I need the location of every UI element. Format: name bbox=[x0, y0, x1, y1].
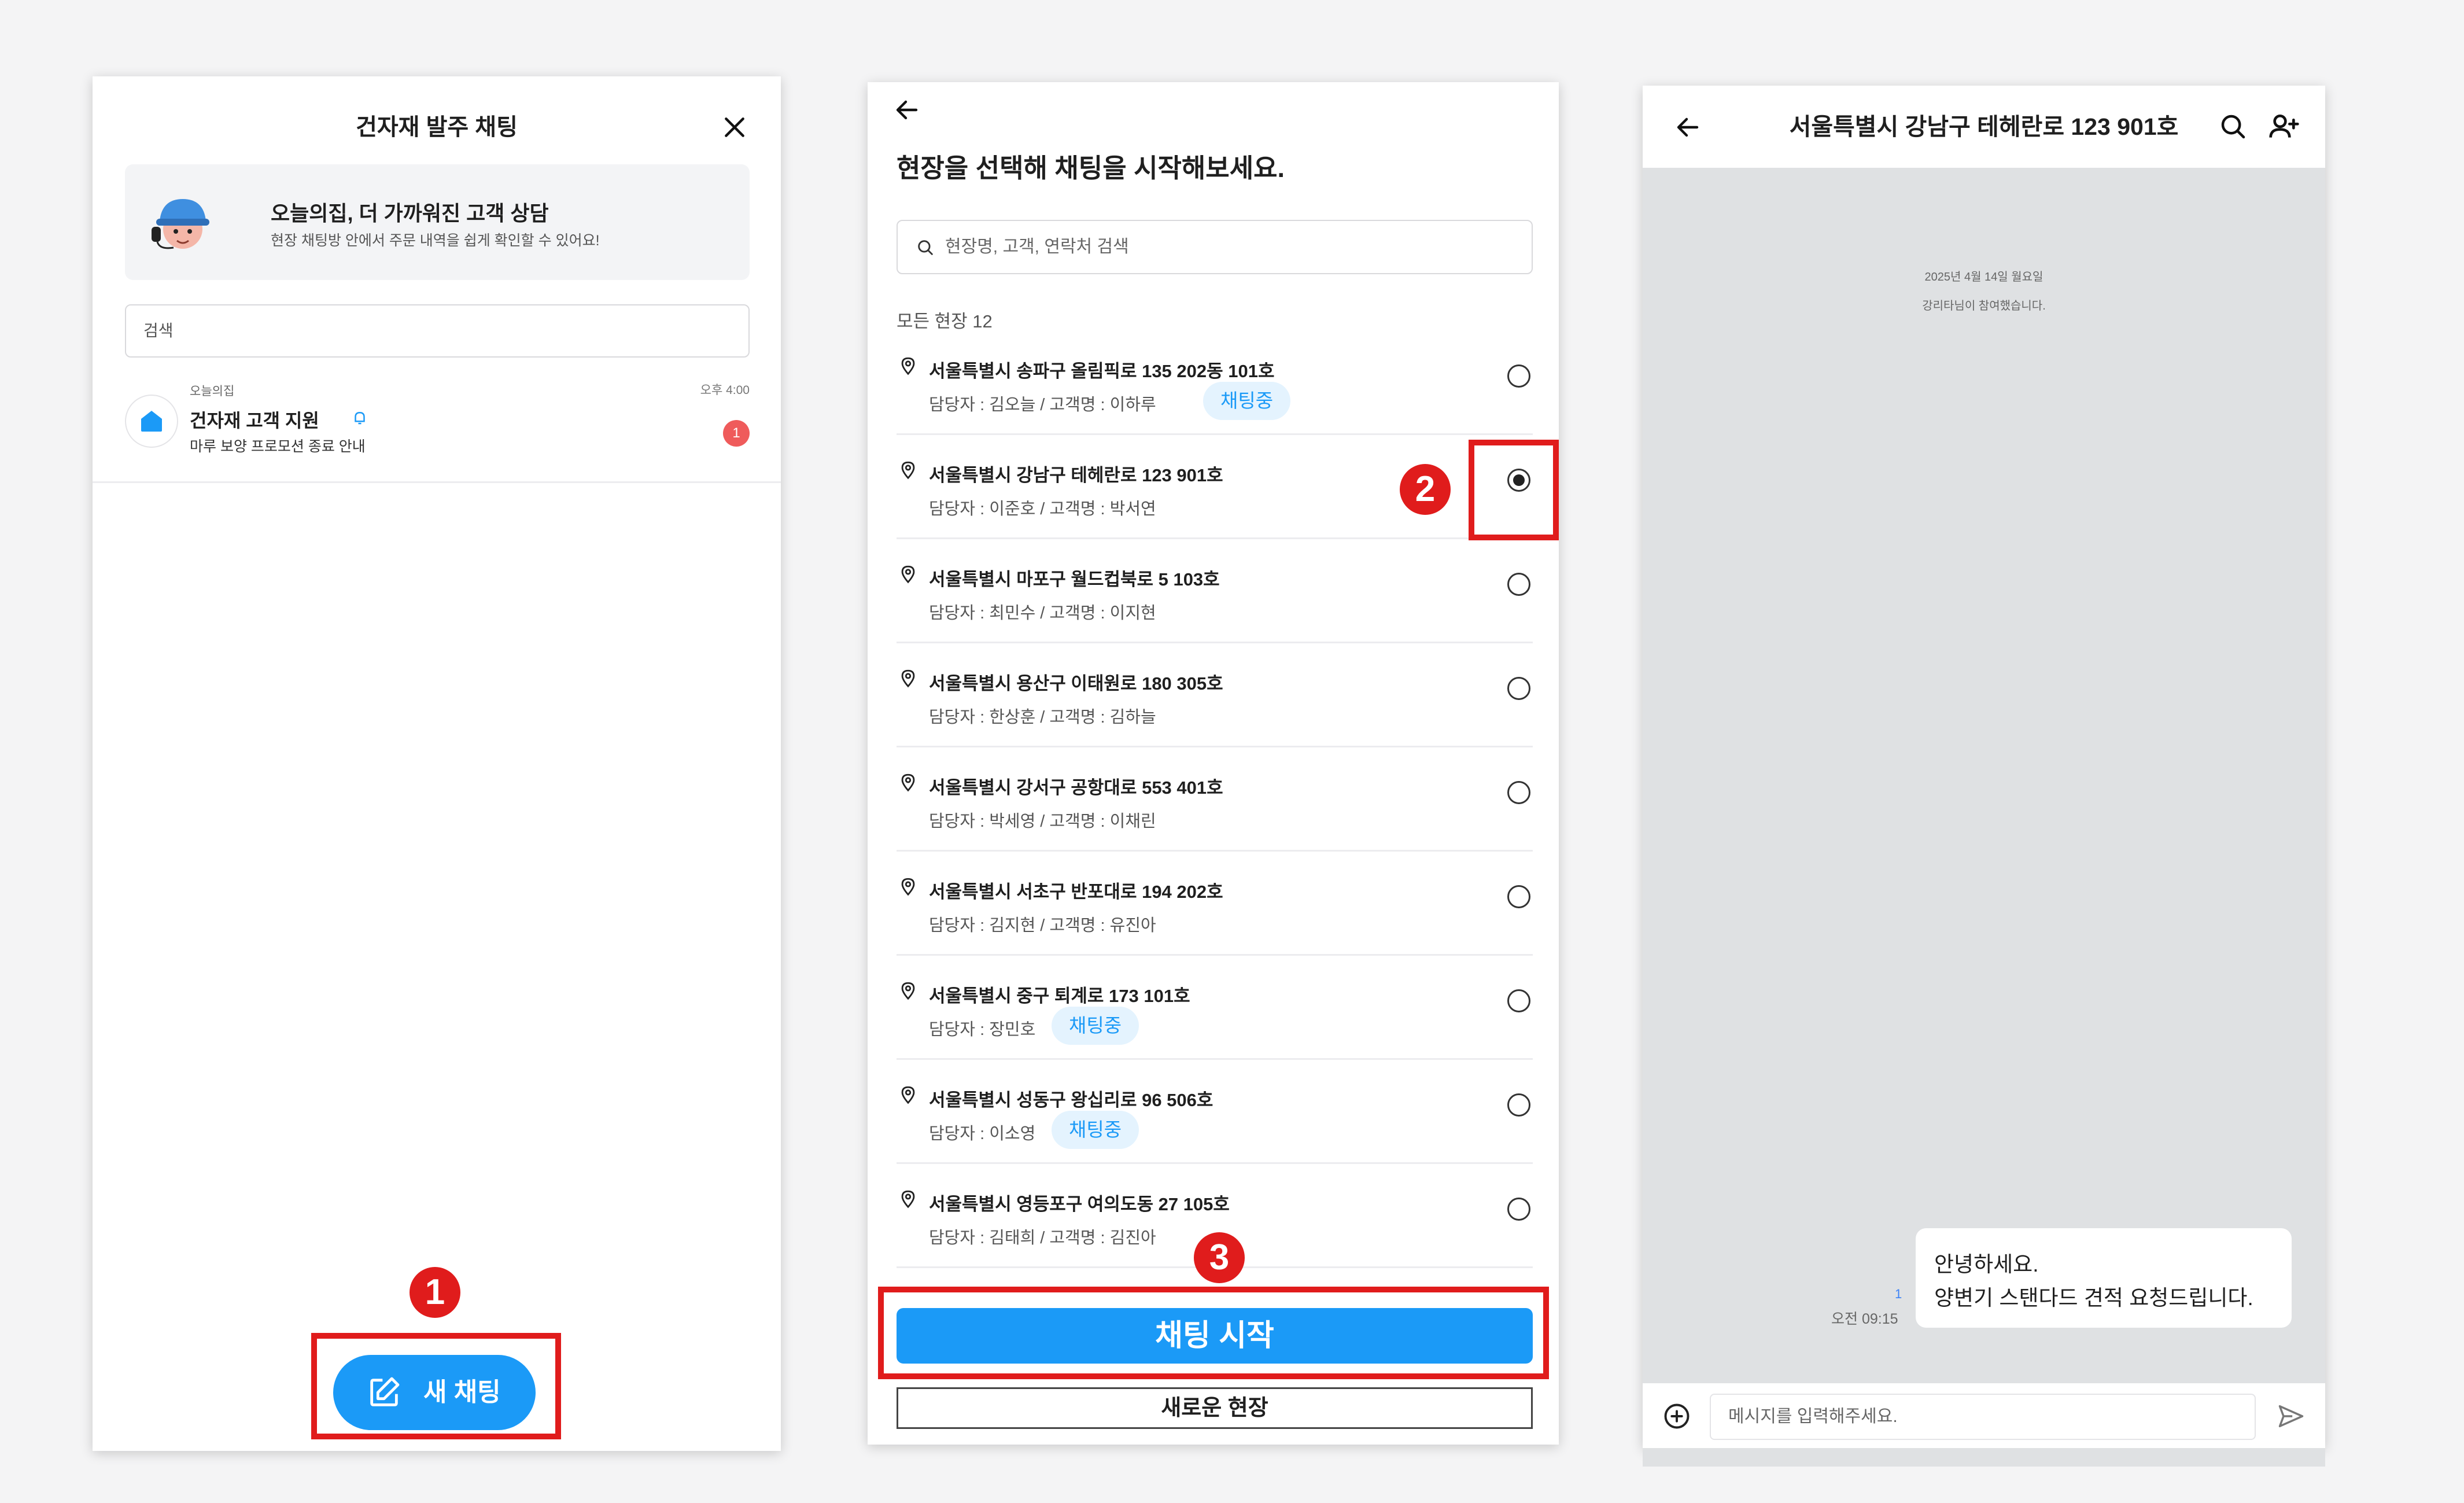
site-radio[interactable] bbox=[1507, 1093, 1530, 1117]
site-item[interactable]: 서울특별시 마포구 월드컵북로 5 103호 담당자 : 최민수 / 고객명 :… bbox=[897, 539, 1533, 643]
date-divider: 2025년 4월 14일 월요일 bbox=[1924, 271, 2044, 283]
new-site-button[interactable]: 새로운 현장 bbox=[897, 1387, 1533, 1429]
site-count: 모든 현장 12 bbox=[897, 311, 993, 331]
back-arrow-icon[interactable] bbox=[1665, 104, 1711, 150]
message-input[interactable]: 메시지를 입력해주세요. bbox=[1710, 1394, 2256, 1440]
unread-badge: 1 bbox=[723, 420, 750, 447]
chatting-tag: 채팅중 bbox=[1052, 1111, 1139, 1149]
site-meta: 담당자 : 김오늘 / 고객명 : 이하루 bbox=[929, 396, 1156, 414]
room-name: 건자재 고객 지원 bbox=[190, 410, 319, 431]
site-meta: 담당자 : 최민수 / 고객명 : 이지현 bbox=[929, 604, 1156, 622]
site-item[interactable]: 서울특별시 중구 퇴계로 173 101호 담당자 : 장민호 채팅중 bbox=[897, 956, 1533, 1060]
location-pin-icon bbox=[897, 771, 920, 794]
system-message: 강리타님이 참여했습니다. bbox=[1922, 300, 2046, 312]
chatting-tag: 채팅중 bbox=[1052, 1007, 1139, 1045]
chat-header: 서울특별시 강남구 테헤란로 123 901호 bbox=[1643, 86, 2325, 168]
close-icon[interactable] bbox=[714, 106, 755, 148]
site-item[interactable]: 서울특별시 송파구 올림픽로 135 202동 101호 담당자 : 김오늘 /… bbox=[897, 331, 1533, 435]
chat-list-title: 건자재 발주 채팅 bbox=[356, 115, 518, 140]
message-bubble: 안녕하세요. 양변기 스탠다드 견적 요청드립니다. bbox=[1916, 1228, 2292, 1328]
promo-banner: 오늘의집, 더 가까워진 고객 상담 현장 채팅방 안에서 주문 내역을 쉽게 … bbox=[125, 164, 750, 280]
site-address: 서울특별시 중구 퇴계로 173 101호 bbox=[929, 986, 1190, 1006]
site-meta: 담당자 : 박세영 / 고객명 : 이채린 bbox=[929, 812, 1156, 831]
location-pin-icon bbox=[897, 666, 920, 690]
highlight-selected-radio bbox=[1469, 440, 1559, 540]
site-meta: 담당자 : 김지현 / 고객명 : 유진아 bbox=[929, 916, 1156, 935]
location-pin-icon bbox=[897, 1083, 920, 1106]
agent-avatar-icon bbox=[146, 187, 217, 259]
site-meta: 담당자 : 이소영 bbox=[929, 1125, 1036, 1143]
site-radio[interactable] bbox=[1507, 1198, 1530, 1221]
site-search-input[interactable]: 현장명, 고객, 연락처 검색 bbox=[897, 220, 1533, 274]
site-radio[interactable] bbox=[1507, 781, 1530, 804]
site-item[interactable]: 서울특별시 서초구 반포대로 194 202호 담당자 : 김지현 / 고객명 … bbox=[897, 852, 1533, 956]
search-icon[interactable] bbox=[2214, 108, 2252, 146]
back-arrow-icon[interactable] bbox=[884, 87, 930, 133]
message-time: 오전 09:15 bbox=[1831, 1311, 1898, 1327]
page-title: 현장을 선택해 채팅을 시작해보세요. bbox=[897, 153, 1285, 183]
chat-room-panel: 서울특별시 강남구 테헤란로 123 901호 2025년 4월 14일 월요일… bbox=[1643, 86, 2325, 1467]
read-count: 1 bbox=[1895, 1287, 1902, 1301]
location-pin-icon bbox=[897, 1187, 920, 1210]
search-placeholder: 현장명, 고객, 연락처 검색 bbox=[945, 237, 1129, 256]
banner-subtitle: 현장 채팅방 안에서 주문 내역을 쉽게 확인할 수 있어요! bbox=[271, 233, 600, 249]
site-meta: 담당자 : 장민호 bbox=[929, 1021, 1036, 1039]
highlight-start-chat bbox=[878, 1287, 1549, 1379]
house-icon bbox=[125, 395, 178, 448]
message-input-bar: 메시지를 입력해주세요. bbox=[1643, 1383, 2325, 1448]
chat-room-item[interactable]: 오늘의집 건자재 고객 지원 마루 보양 프로모션 종료 안내 오후 4:00 … bbox=[125, 377, 750, 464]
bell-icon bbox=[349, 407, 370, 428]
chatting-tag: 채팅중 bbox=[1203, 382, 1291, 420]
site-item[interactable]: 서울특별시 성동구 왕십리로 96 506호 담당자 : 이소영 채팅중 bbox=[897, 1060, 1533, 1164]
room-sender: 오늘의집 bbox=[190, 385, 235, 398]
site-address: 서울특별시 송파구 올림픽로 135 202동 101호 bbox=[929, 361, 1275, 381]
send-icon[interactable] bbox=[2274, 1399, 2308, 1433]
site-meta: 담당자 : 한상훈 / 고객명 : 김하늘 bbox=[929, 708, 1156, 727]
site-radio[interactable] bbox=[1507, 989, 1530, 1012]
step-marker-3: 3 bbox=[1194, 1232, 1245, 1283]
location-pin-icon bbox=[897, 458, 920, 481]
site-address: 서울특별시 서초구 반포대로 194 202호 bbox=[929, 882, 1223, 902]
step-marker-2: 2 bbox=[1400, 464, 1451, 515]
highlight-new-chat bbox=[311, 1333, 561, 1439]
room-preview: 마루 보양 프로모션 종료 안내 bbox=[190, 439, 366, 455]
site-meta: 담당자 : 김태희 / 고객명 : 김진아 bbox=[929, 1229, 1156, 1247]
message-line: 안녕하세요. bbox=[1934, 1252, 2039, 1276]
search-icon bbox=[913, 235, 938, 260]
room-time: 오후 4:00 bbox=[700, 384, 750, 397]
site-item[interactable]: 서울특별시 강서구 공항대로 553 401호 담당자 : 박세영 / 고객명 … bbox=[897, 747, 1533, 852]
plus-circle-icon[interactable] bbox=[1660, 1399, 1694, 1433]
location-pin-icon bbox=[897, 354, 920, 377]
chat-search-input[interactable]: 검색 bbox=[125, 304, 750, 358]
site-address: 서울특별시 성동구 왕십리로 96 506호 bbox=[929, 1090, 1213, 1110]
site-radio[interactable] bbox=[1507, 364, 1530, 388]
step-marker-1: 1 bbox=[410, 1267, 460, 1318]
message-line: 양변기 스탠다드 견적 요청드립니다. bbox=[1934, 1286, 2253, 1310]
site-address: 서울특별시 강남구 테헤란로 123 901호 bbox=[929, 465, 1223, 485]
site-address: 서울특별시 용산구 이태원로 180 305호 bbox=[929, 673, 1223, 694]
site-radio[interactable] bbox=[1507, 677, 1530, 700]
location-pin-icon bbox=[897, 875, 920, 898]
banner-title: 오늘의집, 더 가까워진 고객 상담 bbox=[271, 201, 549, 225]
site-item[interactable]: 서울특별시 용산구 이태원로 180 305호 담당자 : 한상훈 / 고객명 … bbox=[897, 643, 1533, 747]
site-address: 서울특별시 강서구 공항대로 553 401호 bbox=[929, 778, 1223, 798]
invite-user-icon[interactable] bbox=[2265, 108, 2303, 146]
chat-list-panel: 건자재 발주 채팅 오늘의집, 더 가까워진 고객 상담 현장 채팅방 안에서 … bbox=[93, 76, 781, 1451]
location-pin-icon bbox=[897, 562, 920, 585]
site-meta: 담당자 : 이준호 / 고객명 : 박서연 bbox=[929, 500, 1156, 518]
site-address: 서울특별시 마포구 월드컵북로 5 103호 bbox=[929, 569, 1220, 590]
site-radio[interactable] bbox=[1507, 573, 1530, 596]
site-radio[interactable] bbox=[1507, 885, 1530, 908]
location-pin-icon bbox=[897, 979, 920, 1002]
list-divider bbox=[93, 481, 781, 483]
site-address: 서울특별시 영등포구 여의도동 27 105호 bbox=[929, 1194, 1230, 1214]
